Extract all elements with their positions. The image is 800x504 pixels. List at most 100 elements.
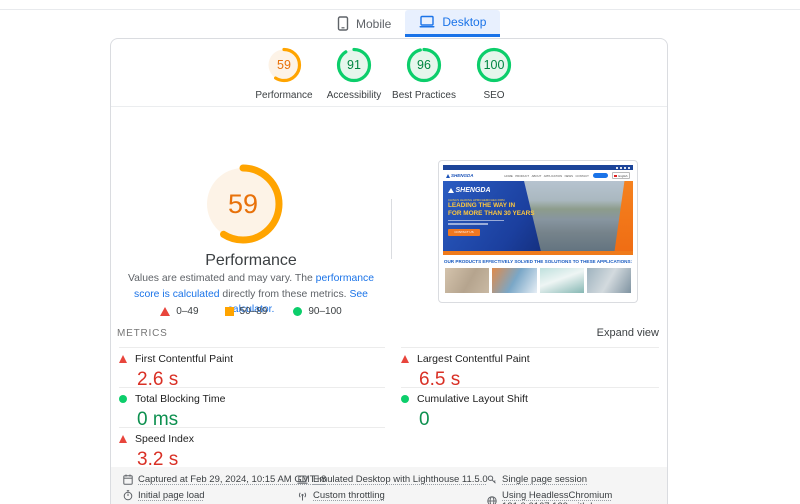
legend-range: 50–89 xyxy=(239,306,268,317)
score-value: 59 xyxy=(277,58,291,72)
site-nav-item: ABOUT xyxy=(531,173,542,178)
logo-mountain-icon xyxy=(448,188,454,193)
legend-fail: 0–49 xyxy=(160,306,199,317)
page-load-type-text: Initial page load xyxy=(138,490,205,501)
score-label: Accessibility xyxy=(326,90,382,101)
site-nav-item: NEWS xyxy=(564,173,573,178)
site-products-caption: OUR PRODUCTS EFFECTIVELY SOLVED THE SOLU… xyxy=(443,255,633,268)
tab-desktop-label: Desktop xyxy=(442,15,487,29)
emulated-device-text: Emulated Desktop with Lighthouse 11.5.0 xyxy=(313,474,488,485)
score-legend: 0–49 50–89 90–100 xyxy=(111,306,391,317)
throttling-info: Custom throttling xyxy=(297,490,385,501)
fail-triangle-icon xyxy=(160,307,171,316)
metric-label: Largest Contentful Paint xyxy=(417,353,530,365)
session-icon xyxy=(487,475,496,484)
pass-circle-icon xyxy=(119,395,127,403)
score-value: 96 xyxy=(417,58,431,72)
score-value: 100 xyxy=(483,58,505,72)
site-cta-pill xyxy=(592,173,608,178)
site-menu: HOME PRODUCT ABOUT APPLICATION NEWS CONT… xyxy=(504,174,588,178)
site-navbar: SHENGDA HOME PRODUCT ABOUT APPLICATION N… xyxy=(443,170,633,181)
page-screenshot-thumbnail[interactable]: SHENGDA HOME PRODUCT ABOUT APPLICATION N… xyxy=(438,160,638,303)
score-label: Performance xyxy=(255,90,313,101)
report-card: 59 Performance 91 Accessibility 96 Best … xyxy=(110,38,668,504)
legend-range: 90–100 xyxy=(308,306,342,317)
laptop-icon xyxy=(297,475,308,484)
score-performance[interactable]: 59 Performance xyxy=(249,46,319,101)
score-accessibility[interactable]: 91 Accessibility xyxy=(319,46,389,101)
hero-headline-2: FOR MORE THAN 30 YEARS xyxy=(448,210,535,217)
site-nav-item: CONTACT xyxy=(575,173,589,178)
page-load-type: Initial page load xyxy=(123,490,205,501)
pagespeed-report: Mobile Desktop 59 Performance 91 Accessi… xyxy=(0,0,800,504)
metric-cumulative-layout-shift: Cumulative Layout Shift 0 xyxy=(401,387,659,431)
site-hero: SHENGDA CHINA'S LEADING HPMC/HEMC/HEC FI… xyxy=(443,181,633,255)
metric-label: Speed Index xyxy=(135,433,194,445)
site-nav-item: PRODUCT xyxy=(515,173,530,178)
score-label: Best Practices xyxy=(392,90,456,101)
site-language-selector: English xyxy=(611,172,630,179)
session-type: Single page session xyxy=(487,474,587,485)
product-photo xyxy=(445,268,490,293)
site-preview: SHENGDA HOME PRODUCT ABOUT APPLICATION N… xyxy=(443,165,633,298)
device-tabs: Mobile Desktop xyxy=(323,10,501,37)
metric-value: 0 xyxy=(419,409,430,430)
hero-brand-label: SHENGDA xyxy=(455,187,491,194)
mobile-icon xyxy=(337,16,349,31)
performance-gauge: 59 xyxy=(193,154,293,254)
pass-circle-icon xyxy=(293,307,303,316)
metric-largest-contentful-paint: Largest Contentful Paint 6.5 s xyxy=(401,347,659,391)
fail-triangle-icon xyxy=(119,435,127,443)
logo-mountain-icon xyxy=(446,173,450,178)
legend-average: 50–89 xyxy=(224,306,268,317)
emulated-device: Emulated Desktop with Lighthouse 11.5.0 xyxy=(297,474,488,485)
product-photo xyxy=(586,268,631,293)
metric-label: Cumulative Layout Shift xyxy=(417,393,528,405)
site-logo: SHENGDA xyxy=(446,173,474,178)
score-value: 91 xyxy=(347,58,361,72)
site-brand: SHENGDA xyxy=(451,173,474,178)
metric-label: Total Blocking Time xyxy=(135,393,226,405)
product-photo xyxy=(492,268,537,293)
session-type-text: Single page session xyxy=(502,474,588,485)
disclaimer-text: directly from these metrics. xyxy=(219,288,350,300)
hero-headline-1: LEADING THE WAY IN xyxy=(448,202,516,209)
desktop-icon xyxy=(419,15,435,29)
score-label: SEO xyxy=(483,90,505,101)
legend-range: 0–49 xyxy=(176,306,199,317)
pass-circle-icon xyxy=(401,395,409,403)
tab-mobile[interactable]: Mobile xyxy=(323,10,405,37)
browser-info-text: Using HeadlessChromium 121.0.6167.139 wi… xyxy=(502,490,613,504)
tab-desktop[interactable]: Desktop xyxy=(405,10,501,37)
captured-at: Captured at Feb 29, 2024, 10:15 AM GMT+8 xyxy=(123,474,326,485)
category-scores: 59 Performance 91 Accessibility 96 Best … xyxy=(111,46,667,101)
fail-triangle-icon xyxy=(119,355,127,363)
performance-title: Performance xyxy=(205,252,297,269)
metric-first-contentful-paint: First Contentful Paint 2.6 s xyxy=(119,347,385,391)
expand-view-button[interactable]: Expand view xyxy=(597,327,659,339)
stopwatch-icon xyxy=(123,490,133,501)
score-best-practices[interactable]: 96 Best Practices xyxy=(389,46,459,101)
site-language-label: English xyxy=(618,173,628,178)
fail-triangle-icon xyxy=(401,355,409,363)
product-photo xyxy=(539,268,584,293)
flag-icon xyxy=(614,174,618,177)
legend-pass: 90–100 xyxy=(293,306,342,317)
globe-icon xyxy=(487,496,497,504)
average-square-icon xyxy=(224,307,234,316)
metric-total-blocking-time: Total Blocking Time 0 ms xyxy=(119,387,385,431)
hero-text: SHENGDA CHINA'S LEADING HPMC/HEMC/HEC FI… xyxy=(448,187,538,236)
metric-label: First Contentful Paint xyxy=(135,353,234,365)
hero-contact-button: CONTACT US xyxy=(448,228,480,236)
score-seo[interactable]: 100 SEO xyxy=(459,46,529,101)
calendar-icon xyxy=(123,474,133,485)
vertical-divider xyxy=(391,199,392,259)
capture-info-footer: Captured at Feb 29, 2024, 10:15 AM GMT+8… xyxy=(111,467,667,504)
tab-mobile-label: Mobile xyxy=(356,16,392,31)
browser-info: Using HeadlessChromium 121.0.6167.139 wi… xyxy=(487,490,667,504)
site-nav-item: APPLICATION xyxy=(543,173,563,178)
signal-icon xyxy=(298,491,307,500)
hero-orange-strip xyxy=(443,251,633,255)
metrics-heading: METRICS xyxy=(117,327,168,339)
throttling-info-text: Custom throttling xyxy=(313,490,385,501)
